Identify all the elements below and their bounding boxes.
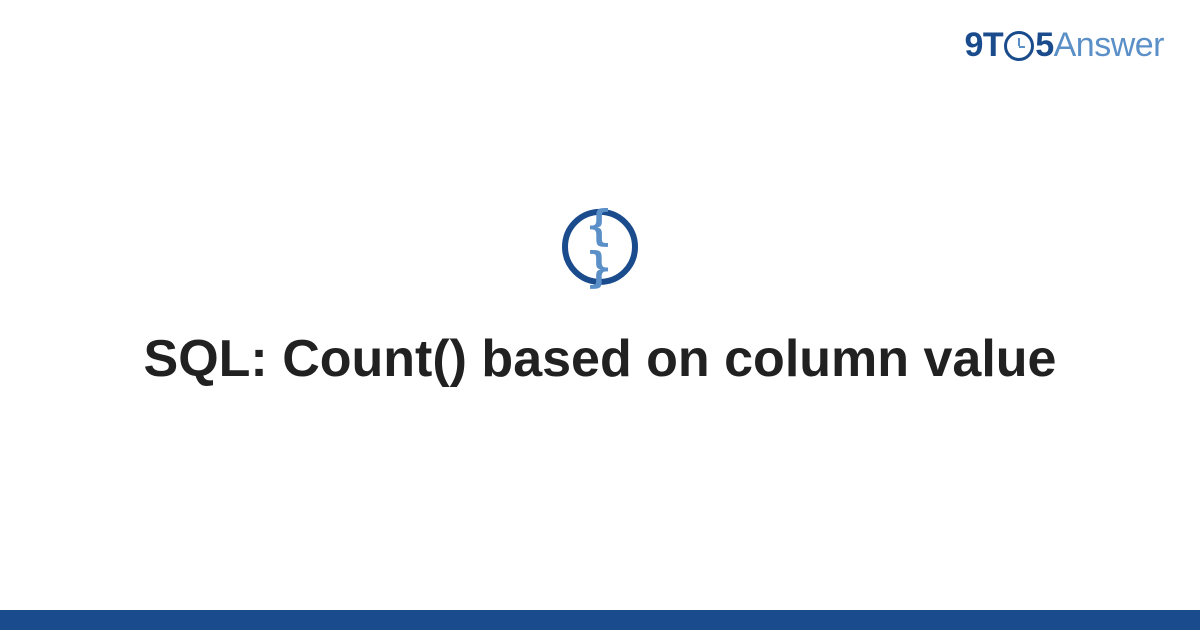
site-logo: 9 T 5 Answer [965,26,1165,65]
category-badge: { } [562,209,638,285]
main-content: { } SQL: Count() based on column value [0,209,1200,392]
logo-part-9: 9 [965,26,983,65]
logo-part-5: 5 [1035,26,1053,65]
footer-accent-bar [0,610,1200,630]
braces-icon: { } [568,205,632,289]
logo-part-t: T [983,26,1003,65]
page-title: SQL: Count() based on column value [0,327,1200,392]
logo-part-answer: Answer [1054,26,1164,65]
clock-icon [1004,31,1034,61]
